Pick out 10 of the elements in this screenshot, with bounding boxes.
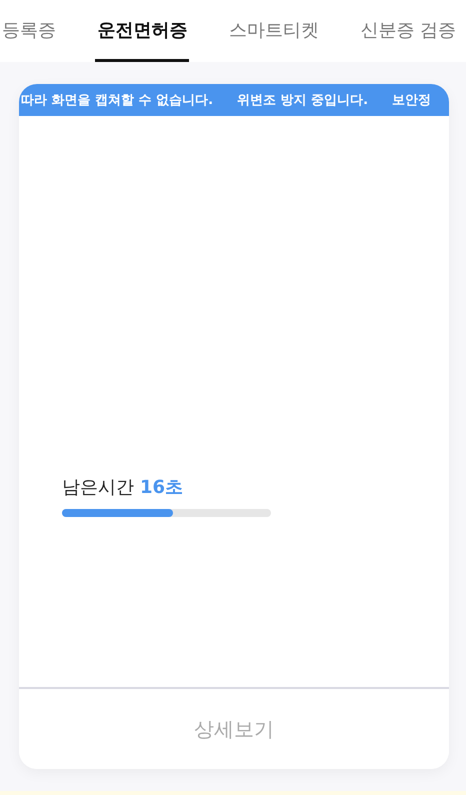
tab[interactable]: 운전면허증 xyxy=(95,0,190,62)
tab[interactable]: 등록증 xyxy=(0,0,58,62)
banner-text: 위변조 방지 중입니다. xyxy=(237,92,368,109)
tab[interactable]: 스마트티켓 xyxy=(226,0,321,62)
banner-text: 보안정 xyxy=(392,92,432,109)
timer-label: 남은시간 xyxy=(62,477,134,498)
tab[interactable]: 신분증 검증 xyxy=(358,0,458,62)
banner-text: 따라 화면을 캡쳐할 수 없습니다. xyxy=(21,92,214,109)
timer-value: 16초 xyxy=(140,477,184,498)
detail-button[interactable]: 상세보기 xyxy=(19,689,449,769)
